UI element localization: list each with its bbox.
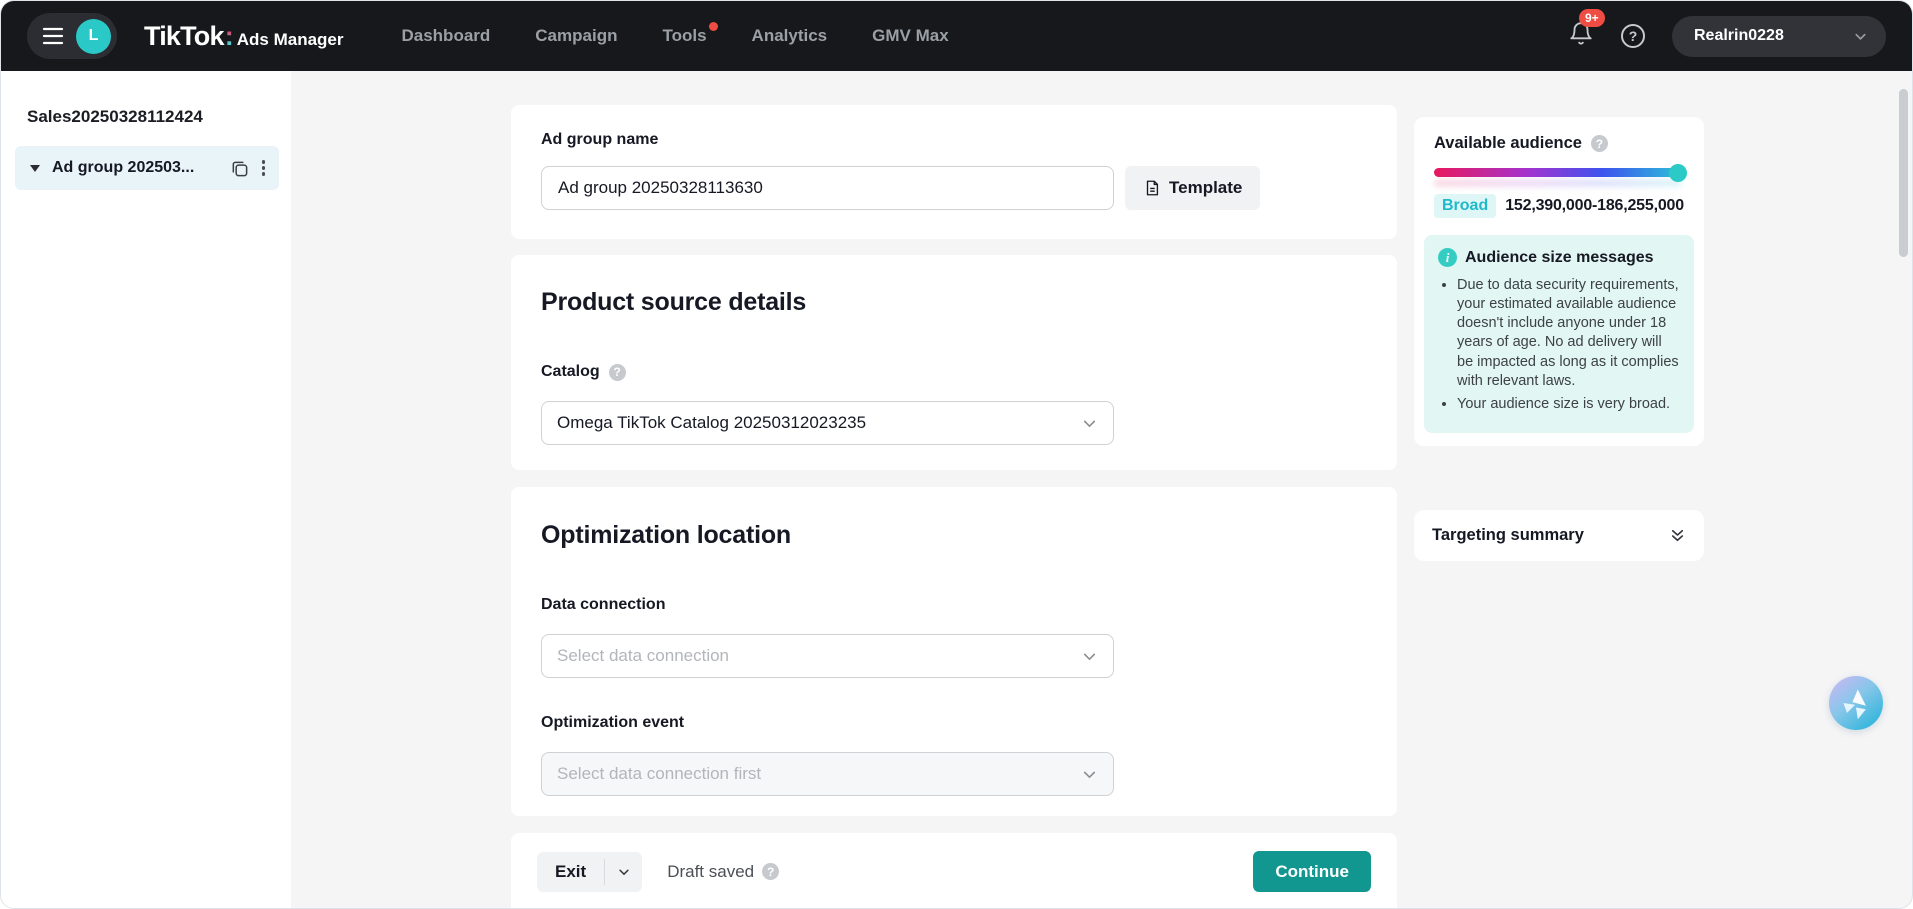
nav-item-campaign[interactable]: Campaign xyxy=(535,26,617,46)
double-chevron-down-icon[interactable] xyxy=(1669,527,1686,544)
audience-messages-list: Due to data security requirements, your … xyxy=(1457,276,1680,414)
chevron-down-icon xyxy=(617,865,631,879)
top-nav: L TikTok : Ads Manager Dashboard Campaig… xyxy=(1,1,1912,71)
data-connection-label: Data connection xyxy=(541,596,665,614)
avatar[interactable]: L xyxy=(76,19,111,54)
assistant-button[interactable] xyxy=(1829,676,1883,730)
catalog-select[interactable]: Omega TikTok Catalog 20250312023235 xyxy=(541,401,1114,445)
audience-slider-knob[interactable] xyxy=(1669,164,1687,182)
optimization-title: Optimization location xyxy=(541,521,1367,550)
optimization-location-card: Optimization location Data connection Se… xyxy=(511,487,1397,816)
chevron-down-icon xyxy=(1081,766,1098,783)
audience-range-value: 152,390,000-186,255,000 xyxy=(1505,197,1684,215)
ads-manager-page: L TikTok : Ads Manager Dashboard Campaig… xyxy=(0,0,1913,909)
chevron-down-icon xyxy=(1081,415,1098,432)
data-connection-placeholder: Select data connection xyxy=(557,646,729,666)
adgroup-name-card: Ad group name Template xyxy=(511,105,1397,239)
main-menu-pill[interactable]: L xyxy=(27,13,117,59)
vertical-scrollbar-thumb[interactable] xyxy=(1899,89,1908,257)
optimization-event-label: Optimization event xyxy=(541,714,684,732)
draft-status: Draft saved xyxy=(667,862,779,882)
campaign-name: Sales20250328112424 xyxy=(15,107,279,127)
brand-colon: : xyxy=(225,21,234,52)
draft-help-icon[interactable] xyxy=(762,863,779,880)
targeting-summary-title: Targeting summary xyxy=(1432,526,1584,545)
product-source-card: Product source details Catalog Omega Tik… xyxy=(511,255,1397,470)
document-icon xyxy=(1143,179,1161,197)
chevron-down-icon xyxy=(1081,648,1098,665)
nav-item-tools[interactable]: Tools xyxy=(662,26,706,46)
product-source-title: Product source details xyxy=(541,288,1367,317)
optimization-event-placeholder: Select data connection first xyxy=(557,764,761,784)
tools-notification-dot xyxy=(709,22,718,31)
chevron-down-icon xyxy=(1853,29,1868,44)
catalog-select-value: Omega TikTok Catalog 20250312023235 xyxy=(557,413,866,433)
audience-size-messages-box: Audience size messages Due to data secur… xyxy=(1424,235,1694,433)
catalog-label: Catalog xyxy=(541,363,600,381)
optimization-event-select[interactable]: Select data connection first xyxy=(541,752,1114,796)
adgroup-tree-label: Ad group 202503... xyxy=(52,159,230,177)
audience-broad-badge: Broad xyxy=(1434,194,1496,218)
footer-action-bar: Exit Draft saved Continue xyxy=(511,833,1397,909)
adgroup-tree-item[interactable]: Ad group 202503... xyxy=(15,146,279,190)
audience-messages-title: Audience size messages xyxy=(1465,249,1654,267)
exit-button[interactable]: Exit xyxy=(537,852,604,892)
notifications-button[interactable]: 9+ xyxy=(1568,21,1594,52)
available-audience-title: Available audience xyxy=(1434,134,1582,153)
account-name: Realrin0228 xyxy=(1694,27,1784,45)
nav-item-dashboard[interactable]: Dashboard xyxy=(401,26,490,46)
adgroup-name-row: Template xyxy=(541,166,1367,210)
available-audience-card: Available audience Broad 152,390,000-186… xyxy=(1414,117,1704,446)
brand-suffix: Ads Manager xyxy=(237,30,344,50)
catalog-help-icon[interactable] xyxy=(609,364,626,381)
audience-message-item: Your audience size is very broad. xyxy=(1457,395,1680,414)
hamburger-menu-icon[interactable] xyxy=(42,27,64,45)
caret-down-icon[interactable] xyxy=(30,165,40,172)
notification-count-badge: 9+ xyxy=(1579,9,1605,27)
targeting-summary-card[interactable]: Targeting summary xyxy=(1414,510,1704,561)
copy-icon[interactable] xyxy=(230,159,249,178)
data-connection-select[interactable]: Select data connection xyxy=(541,634,1114,678)
brand-text: TikTok xyxy=(144,21,224,52)
campaign-tree-sidebar: Sales20250328112424 Ad group 202503... xyxy=(1,71,291,908)
pinwheel-icon xyxy=(1838,685,1874,721)
tiktok-logo: TikTok : Ads Manager xyxy=(144,21,343,52)
primary-nav: Dashboard Campaign Tools Analytics GMV M… xyxy=(401,26,948,46)
exit-dropdown-toggle[interactable] xyxy=(605,852,642,892)
nav-right-actions: 9+ Realrin0228 xyxy=(1568,16,1886,57)
nav-item-gmv-max[interactable]: GMV Max xyxy=(872,26,949,46)
continue-button[interactable]: Continue xyxy=(1253,851,1371,892)
adgroup-name-label: Ad group name xyxy=(541,131,1367,149)
audience-message-item: Due to data security requirements, your … xyxy=(1457,276,1680,391)
audience-help-icon[interactable] xyxy=(1591,135,1608,152)
more-options-icon[interactable] xyxy=(260,156,268,180)
template-button[interactable]: Template xyxy=(1125,166,1260,210)
help-icon[interactable] xyxy=(1621,24,1645,48)
audience-size-gradient-bar xyxy=(1434,168,1682,177)
adgroup-name-input[interactable] xyxy=(541,166,1114,210)
account-switcher[interactable]: Realrin0228 xyxy=(1672,16,1886,57)
info-icon xyxy=(1438,248,1457,267)
exit-split-button: Exit xyxy=(537,852,642,892)
nav-item-analytics[interactable]: Analytics xyxy=(752,26,828,46)
